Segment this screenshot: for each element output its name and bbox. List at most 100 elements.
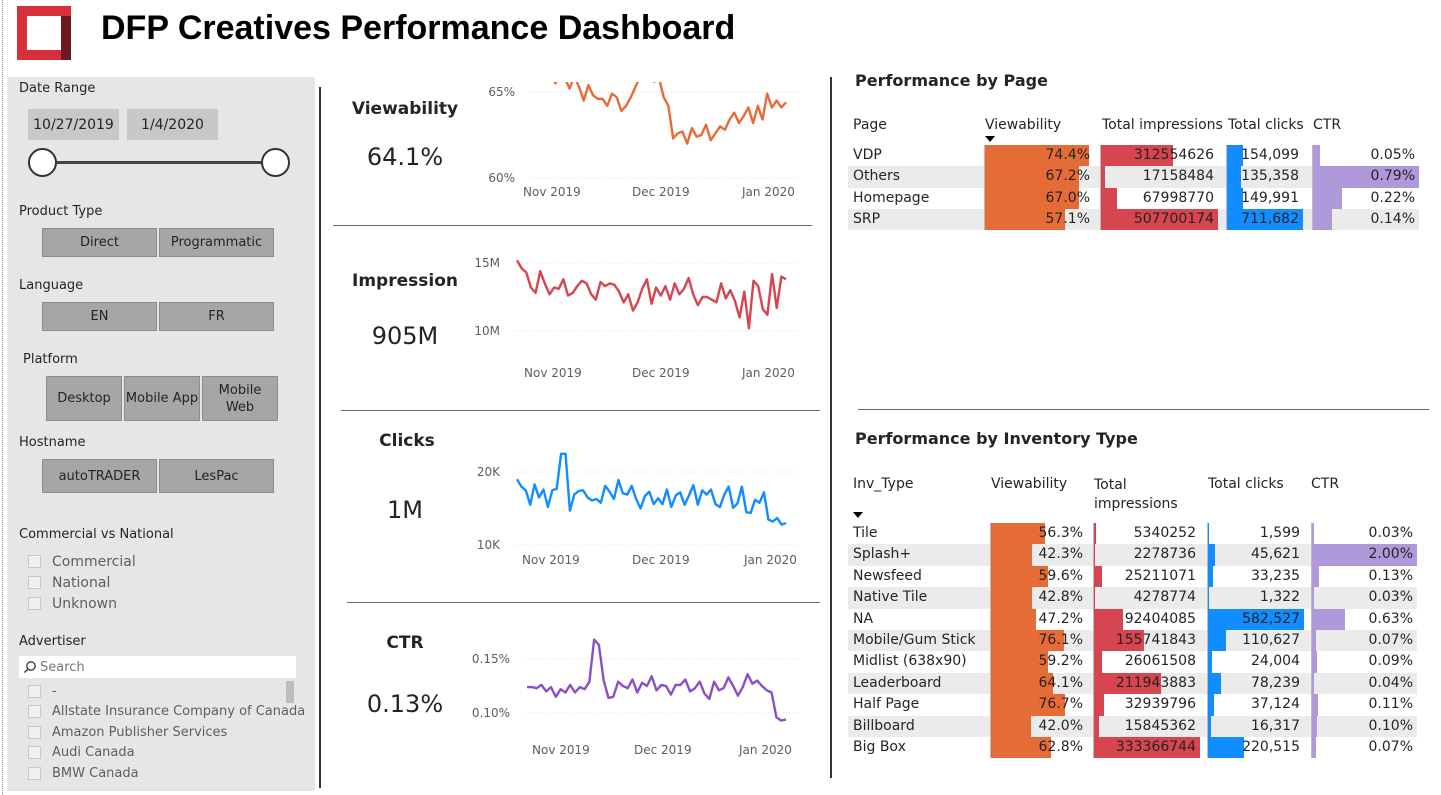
table-row[interactable]: Billboard 42.0% 15845362 16,317 0.10% (848, 715, 1417, 737)
date-start-input[interactable]: 10/27/2019 (28, 109, 119, 140)
inventory-table-header-impressions[interactable]: Total impressions (1094, 476, 1194, 514)
advertiser-option-label: Audi Canada (52, 745, 135, 761)
table-row[interactable]: Mobile/Gum Stick 76.1% 155741843 110,627 0.0… (848, 630, 1417, 652)
date-end-input[interactable]: 1/4/2020 (127, 109, 218, 140)
inventory-table-header-clicks[interactable]: Total clicks (1208, 476, 1284, 492)
checkbox-box[interactable] (28, 746, 41, 760)
checkbox-box[interactable] (28, 725, 41, 739)
canvas-edge (2, 0, 3, 795)
impressions-cell: 26061508 (1094, 651, 1200, 673)
cell-text: 37,124 (1251, 696, 1300, 713)
clicks-cell: 711,682 (1227, 208, 1303, 231)
column-separator (1093, 523, 1094, 759)
advertiser-option-label: Allstate Insurance Company of Canada (52, 704, 306, 720)
page-table-header-ctr[interactable]: CTR (1313, 117, 1341, 133)
kpi-impression-title: Impression (352, 271, 458, 291)
cell-text: Billboard (853, 717, 915, 734)
checkbox-commercial[interactable]: Commercial (28, 551, 136, 572)
product-type-direct-button[interactable]: Direct (42, 228, 157, 257)
sort-descending-icon[interactable] (985, 136, 995, 142)
viewability-cell: 57.1% (985, 208, 1094, 231)
column-separator (1207, 523, 1208, 759)
ctr-cell: 0.03% (1312, 587, 1417, 609)
table-row[interactable]: Leaderboard 64.1% 211943883 78,239 0.04% (848, 672, 1417, 695)
table-row[interactable]: Tile 56.3% 5340252 1,599 0.03% (848, 523, 1417, 545)
ctr-cell: 0.11% (1312, 694, 1417, 716)
platform-mobile-app-button[interactable]: Mobile App (124, 376, 200, 421)
clicks-line-chart: 20K 10K Nov 2019 Dec 2019 Jan 2020 (477, 452, 800, 567)
advertiser-option[interactable]: Allstate Insurance Company of Canada (28, 702, 305, 723)
language-en-button[interactable]: EN (42, 302, 157, 331)
page-table-header-impressions[interactable]: Total impressions (1102, 117, 1223, 133)
series-line (515, 259, 787, 330)
x-tick-label: Nov 2019 (532, 743, 590, 757)
table-row[interactable]: VDP 74.4% 312554626 154,099 0.05% (848, 145, 1419, 167)
cell-text: Mobile/Gum Stick (853, 632, 976, 648)
cell-text: 42.3% (1038, 546, 1083, 563)
y-tick-label: 65% (488, 85, 515, 99)
kpi-separator (341, 410, 820, 411)
hostname-autotrader-button[interactable]: autoTRADER (42, 459, 157, 493)
advertiser-option[interactable]: - (28, 681, 305, 702)
platform-mobile-web-button[interactable]: Mobile Web (202, 376, 278, 421)
checkbox-box[interactable] (28, 555, 41, 568)
table-row[interactable]: Others 67.2% 17158484 135,358 0.79% (848, 166, 1419, 188)
page-table-header-page[interactable]: Page (853, 117, 887, 133)
cell-text: 42.8% (1038, 589, 1083, 606)
viewability-cell: 56.3% (991, 523, 1087, 545)
ctr-cell: 0.14% (1313, 208, 1419, 231)
ctr-line-chart: 0.15% 0.10% Nov 2019 Dec 2019 Jan 2020 (472, 638, 800, 757)
checkbox-national[interactable]: National (28, 572, 136, 593)
platform-desktop-button[interactable]: Desktop (46, 376, 122, 421)
page-title: DFP Creatives Performance Dashboard (101, 9, 736, 47)
checkbox-box[interactable] (28, 766, 41, 780)
table-row[interactable]: Splash+ 42.3% 2278736 45,621 2.00% (848, 544, 1417, 566)
table-row[interactable]: NA 47.2% 92404085 582,527 0.63% (848, 608, 1417, 630)
table-row[interactable]: Newsfeed 59.6% 25211071 33,235 0.13% (848, 565, 1417, 588)
advertiser-search-input[interactable]: Search (19, 656, 296, 678)
date-slider-track[interactable] (44, 161, 274, 164)
hostname-lespac-button[interactable]: LesPac (159, 459, 274, 493)
advertiser-option[interactable]: Audi Canada (28, 743, 305, 764)
table-row[interactable]: Big Box 62.8% 333366744 220,515 0.07% (848, 737, 1417, 759)
cell-text: 154,099 (1241, 147, 1299, 163)
checkbox-box[interactable] (28, 705, 41, 719)
column-separator (1312, 145, 1313, 231)
inventory-table-header-ctr[interactable]: CTR (1311, 476, 1339, 492)
impressions-cell: 333366744 (1094, 737, 1200, 759)
page-table-header-clicks[interactable]: Total clicks (1228, 117, 1304, 133)
viewability-cell: 47.2% (991, 608, 1087, 630)
clicks-cell: 135,358 (1227, 166, 1303, 188)
cell-text: 155741843 (1115, 632, 1196, 648)
table-row[interactable]: Homepage 67.0% 67998770 149,991 0.22% (848, 187, 1419, 209)
cell-text: 62.8% (1038, 739, 1083, 755)
checkbox-unknown[interactable]: Unknown (28, 593, 136, 614)
date-slider-start-handle[interactable] (28, 148, 57, 177)
table-row[interactable]: Half Page 76.7% 32939796 37,124 0.11% (848, 694, 1417, 716)
page-table-header-viewability[interactable]: Viewability (985, 117, 1061, 133)
impressions-cell: 17158484 (1101, 166, 1218, 188)
inventory-table-header-type[interactable]: Inv_Type (853, 476, 913, 492)
cell-text: 24,004 (1251, 653, 1300, 670)
checkbox-box[interactable] (28, 684, 41, 698)
search-icon (24, 661, 36, 673)
cell-text: 1,322 (1259, 589, 1300, 606)
clicks-cell: 220,515 (1208, 737, 1304, 759)
table-row[interactable]: SRP 57.1% 507700174 711,682 0.14% (848, 208, 1419, 231)
checkbox-box[interactable] (28, 597, 41, 610)
cell-text: 32939796 (1124, 696, 1196, 713)
inventory-table-header-viewability[interactable]: Viewability (991, 476, 1067, 492)
advertiser-option[interactable]: BMW Canada (28, 763, 305, 784)
sort-descending-icon[interactable] (853, 512, 863, 518)
language-fr-button[interactable]: FR (159, 302, 274, 331)
row-label: Half Page (848, 694, 990, 715)
table-row[interactable]: Native Tile 42.8% 4278774 1,322 0.03% (848, 587, 1417, 609)
product-type-programmatic-button[interactable]: Programmatic (159, 228, 274, 257)
ctr-cell: 2.00% (1312, 544, 1417, 566)
checkbox-box[interactable] (28, 576, 41, 589)
table-row[interactable]: Midlist (638x90) 59.2% 26061508 24,004 0.09% (848, 651, 1417, 673)
clicks-cell: 24,004 (1208, 651, 1304, 673)
date-slider-end-handle[interactable] (261, 148, 290, 177)
cell-text: 507700174 (1133, 210, 1214, 227)
advertiser-option[interactable]: Amazon Publisher Services (28, 722, 305, 743)
